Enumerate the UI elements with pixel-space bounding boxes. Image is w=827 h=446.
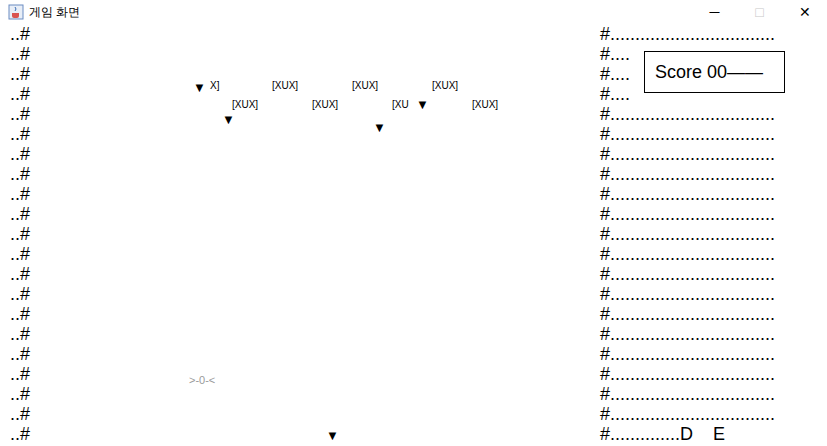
bomb: ▼	[326, 429, 339, 443]
wall-line: ..#	[10, 344, 40, 364]
wall-line: #.................................	[600, 104, 827, 124]
title-bar: 게임 화면 ─□✕	[0, 0, 827, 24]
wall-line: #.................................	[600, 144, 827, 164]
wall-line: #.................................	[600, 324, 827, 344]
wall-line: ..#	[10, 64, 40, 84]
bomb: ▼	[373, 121, 386, 135]
window-control-button[interactable]: □	[737, 0, 782, 24]
wall-line: #.................................	[600, 344, 827, 364]
wall-line: ..#	[10, 264, 40, 284]
enemy: [XUX]	[232, 99, 258, 111]
wall-line: #.................................	[600, 364, 827, 384]
enemy: X]	[210, 80, 219, 92]
game-canvas: X][XUX][XUX][XUX][XUX][XUX][XU[XUX]▼▼▼▼▼…	[40, 24, 598, 446]
wall-line: ..#	[10, 224, 40, 244]
wall-line: ..#	[10, 284, 40, 304]
left-wall: ..#..#..#..#..#..#..#..#..#..#..#..#..#.…	[0, 24, 40, 446]
score-label: Score 00——	[655, 59, 763, 86]
wall-line: ..#	[10, 424, 40, 444]
enemy: [XUX]	[472, 99, 498, 111]
enemy: [XU	[392, 99, 409, 111]
wall-line: #.................................	[600, 184, 827, 204]
wall-line: #.................................	[600, 124, 827, 144]
wall-line: ..#	[10, 184, 40, 204]
wall-line: ..#	[10, 144, 40, 164]
wall-line: #.................................	[600, 224, 827, 244]
wall-line: #.................................	[600, 164, 827, 184]
window-control-button[interactable]: ✕	[782, 0, 827, 24]
enemy: [XUX]	[432, 80, 458, 92]
game-area: ..#..#..#..#..#..#..#..#..#..#..#..#..#.…	[0, 24, 827, 446]
bomb: ▼	[193, 81, 206, 95]
bomb: ▼	[416, 98, 429, 112]
wall-line: #..............D E	[600, 424, 827, 444]
window-title: 게임 화면	[29, 3, 80, 21]
wall-line: ..#	[10, 384, 40, 404]
wall-line: #.................................	[600, 264, 827, 284]
score-box: Score 00——	[644, 51, 785, 93]
enemy: [XUX]	[312, 99, 338, 111]
player-ship[interactable]: >-0-<	[189, 374, 215, 386]
wall-line: ..#	[10, 204, 40, 224]
wall-line: ..#	[10, 164, 40, 184]
wall-line: ..#	[10, 364, 40, 384]
wall-line: ..#	[10, 324, 40, 344]
wall-line: #.................................	[600, 204, 827, 224]
wall-line: #.................................	[600, 24, 827, 44]
wall-line: #.................................	[600, 284, 827, 304]
enemy: [XUX]	[272, 80, 298, 92]
wall-line: #.................................	[600, 384, 827, 404]
wall-line: ..#	[10, 404, 40, 424]
wall-line: #.................................	[600, 404, 827, 424]
wall-line: ..#	[10, 44, 40, 64]
wall-line: ..#	[10, 104, 40, 124]
wall-line: ..#	[10, 244, 40, 264]
wall-line: #.................................	[600, 244, 827, 264]
window-controls: ─□✕	[692, 0, 827, 24]
java-icon	[8, 4, 24, 20]
wall-line: ..#	[10, 24, 40, 44]
wall-line: ..#	[10, 304, 40, 324]
wall-line: #.................................	[600, 304, 827, 324]
wall-line: ..#	[10, 124, 40, 144]
bomb: ▼	[222, 113, 235, 127]
window-control-button[interactable]: ─	[692, 0, 737, 24]
enemy: [XUX]	[352, 80, 378, 92]
wall-line: ..#	[10, 84, 40, 104]
